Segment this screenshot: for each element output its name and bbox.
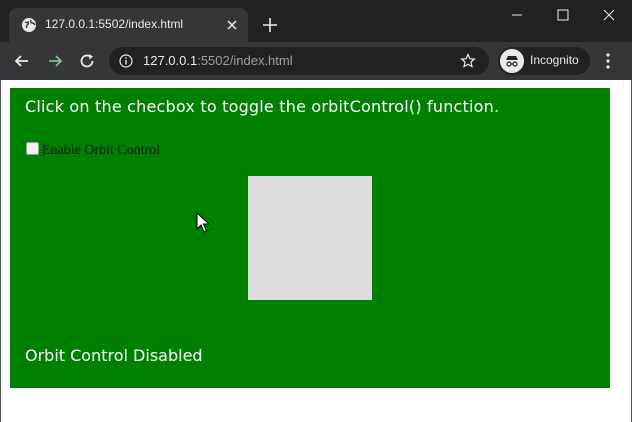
mouse-cursor-icon <box>196 212 210 233</box>
close-icon[interactable] <box>586 0 632 30</box>
close-icon[interactable] <box>224 17 240 33</box>
incognito-label: Incognito <box>530 53 579 67</box>
rendered-box <box>248 176 372 300</box>
globe-icon <box>22 18 36 32</box>
address-bar[interactable]: 127.0.0.1:5502/index.html <box>109 47 489 75</box>
checkbox-label: Enable Orbit Control <box>42 143 161 158</box>
info-icon[interactable] <box>119 54 133 68</box>
p5-canvas[interactable]: Click on the checbox to toggle the orbit… <box>10 88 610 388</box>
arrow-left-icon[interactable] <box>12 51 32 71</box>
star-icon[interactable] <box>460 53 476 69</box>
url-text[interactable]: 127.0.0.1:5502/index.html <box>143 53 293 68</box>
url-host: 127.0.0.1 <box>143 53 198 68</box>
reload-icon[interactable] <box>77 51 97 71</box>
arrow-right-icon[interactable] <box>45 51 65 71</box>
status-text: Orbit Control Disabled <box>25 346 203 365</box>
tab-title: 127.0.0.1:5502/index.html <box>45 17 184 31</box>
orbit-control-checkbox[interactable] <box>26 142 39 155</box>
url-path: :5502/index.html <box>197 53 293 68</box>
incognito-icon <box>500 49 524 73</box>
kebab-menu-icon[interactable] <box>600 52 616 70</box>
page-viewport: Click on the checbox to toggle the orbit… <box>0 80 632 422</box>
instruction-text: Click on the checbox to toggle the orbit… <box>25 97 500 116</box>
browser-tab[interactable]: 127.0.0.1:5502/index.html <box>9 8 248 42</box>
browser-titlebar: 127.0.0.1:5502/index.html <box>0 0 632 42</box>
minimize-icon[interactable] <box>494 0 540 30</box>
browser-toolbar: 127.0.0.1:5502/index.html Incognito <box>0 42 632 80</box>
plus-icon[interactable] <box>260 15 280 35</box>
orbit-control-checkbox-row[interactable]: Enable Orbit Control <box>26 142 160 159</box>
maximize-icon[interactable] <box>540 0 586 30</box>
incognito-badge[interactable]: Incognito <box>498 47 590 75</box>
